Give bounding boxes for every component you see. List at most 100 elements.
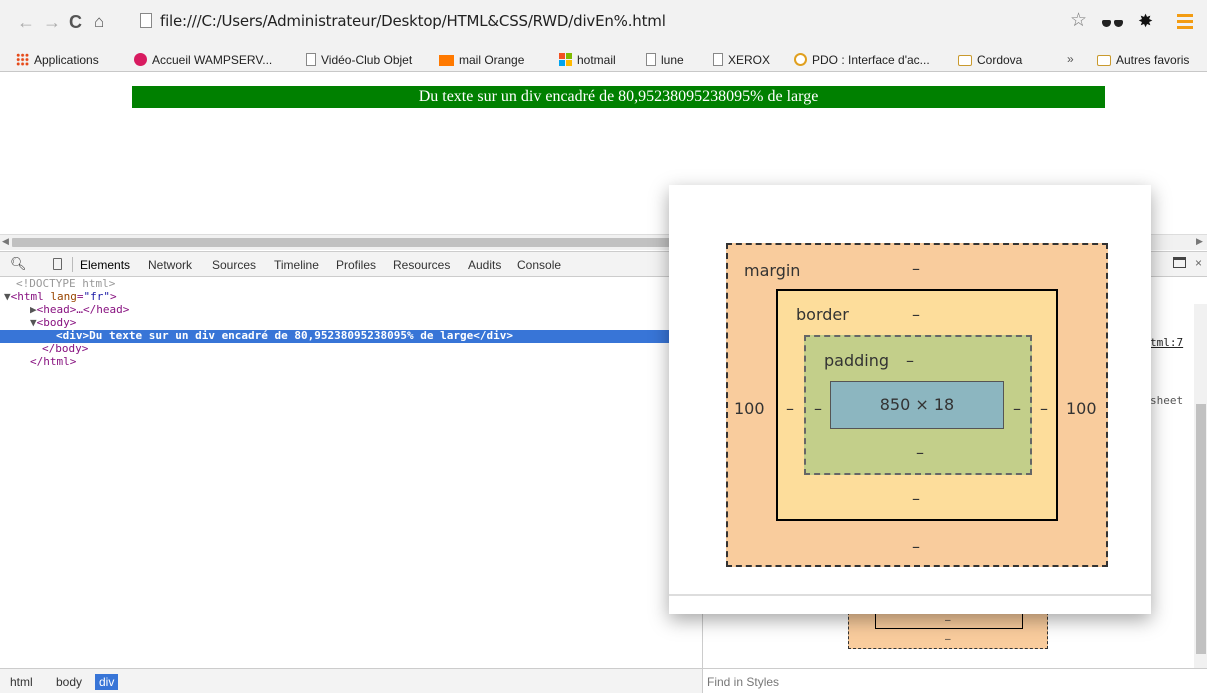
menu-icon[interactable] — [1177, 13, 1193, 31]
other-favorites[interactable]: Autres favoris — [1097, 52, 1189, 68]
scrollbar-thumb[interactable] — [1196, 404, 1206, 654]
bookmark-label: Autres favoris — [1116, 53, 1190, 67]
border-bottom-value: – — [912, 489, 920, 508]
bookmark-video-club[interactable]: Vidéo-Club Objet — [306, 52, 412, 68]
page-icon — [646, 53, 656, 66]
more-bookmarks-button[interactable]: » — [1067, 52, 1074, 66]
bookmark-star-icon[interactable]: ☆ — [1070, 11, 1087, 31]
devtools-tab-bar: 🔍︎ Elements Network Sources Timeline Pro… — [0, 252, 702, 277]
home-icon[interactable]: ⌂ — [94, 12, 104, 32]
page-icon — [713, 53, 723, 66]
scroll-right-icon[interactable]: ▶ — [1196, 236, 1203, 247]
apps-grid-icon — [16, 53, 29, 66]
attr-value: "fr" — [83, 290, 111, 303]
bookmark-pdo[interactable]: PDO : Interface d'ac... — [794, 52, 930, 68]
bookmark-cordova[interactable]: Cordova — [958, 52, 1022, 68]
tab-timeline[interactable]: Timeline — [274, 258, 319, 272]
glasses-extension-icon[interactable] — [1102, 13, 1124, 31]
windows-icon — [559, 53, 572, 66]
breadcrumb: html body div — [0, 668, 702, 693]
margin-bottom-value: – — [912, 537, 920, 556]
folder-icon — [958, 55, 972, 66]
border-right-value: – — [1040, 399, 1048, 418]
forward-arrow-icon[interactable]: → — [43, 12, 61, 32]
bookmark-label: mail Orange — [459, 53, 525, 67]
padding-label: padding — [824, 351, 890, 370]
tab-sources[interactable]: Sources — [212, 258, 256, 272]
dom-head-line[interactable]: ▶<head>…</head> — [0, 303, 702, 317]
tab-profiles[interactable]: Profiles — [336, 258, 376, 272]
expand-triangle-icon[interactable]: ▼ — [30, 316, 37, 329]
bookmark-mail-orange[interactable]: mail Orange — [439, 52, 524, 68]
box-model-margin: margin – – 100 100 border – – – – paddin… — [726, 243, 1108, 567]
html-close-tag: </html> — [30, 355, 77, 368]
bookmark-lune[interactable]: lune — [646, 52, 684, 68]
tab-elements[interactable]: Elements — [80, 258, 130, 272]
scrollbar-thumb[interactable] — [12, 238, 672, 247]
bookmark-hotmail[interactable]: hotmail — [559, 52, 616, 68]
bookmark-label: XEROX — [728, 53, 771, 67]
style-source-link[interactable]: sheet — [1150, 394, 1183, 407]
padding-right-value: – — [1013, 399, 1021, 418]
collapsed-triangle-icon[interactable]: ▶ — [30, 303, 37, 316]
pdo-icon — [794, 53, 807, 66]
styles-status-bar: Find in Styles — [703, 668, 1207, 693]
reload-icon[interactable]: C — [69, 12, 82, 32]
tag-close-bracket: > — [110, 290, 117, 303]
breadcrumb-div[interactable]: div — [95, 674, 119, 690]
dom-div-line[interactable]: <div>Du texte sur un div encadré de 80,9… — [0, 329, 702, 343]
page-icon — [306, 53, 316, 66]
box-model-preview-dash: – — [945, 615, 951, 626]
border-left-value: – — [786, 399, 794, 418]
margin-label: margin — [744, 261, 801, 280]
dom-tree: <!DOCTYPE html> ▼<html lang="fr"> ▶<head… — [0, 277, 702, 369]
orange-icon — [439, 55, 454, 66]
tab-network[interactable]: Network — [148, 258, 192, 272]
bookmark-label: hotmail — [577, 53, 616, 67]
breadcrumb-body[interactable]: body — [52, 674, 86, 690]
box-model-content: 850 × 18 — [830, 381, 1004, 429]
body-tag: <body> — [36, 316, 77, 329]
margin-top-value: – — [912, 259, 920, 278]
device-mode-icon[interactable] — [53, 258, 62, 270]
address-bar[interactable]: file:///C:/Users/Administrateur/Desktop/… — [124, 8, 1084, 36]
styles-scrollbar[interactable] — [1194, 304, 1207, 672]
breadcrumb-html[interactable]: html — [6, 674, 37, 690]
gear-icon[interactable]: ✸ — [1138, 12, 1153, 30]
bookmark-label: Vidéo-Club Objet — [321, 53, 413, 67]
border-label: border — [796, 305, 849, 324]
tab-audits[interactable]: Audits — [468, 258, 501, 272]
page-icon — [140, 13, 152, 28]
bookmark-wampserver[interactable]: Accueil WAMPSERV... — [134, 52, 272, 68]
bookmark-label: Cordova — [977, 53, 1023, 67]
close-icon[interactable]: × — [1195, 256, 1202, 270]
style-source-link[interactable]: tml:7 — [1150, 336, 1183, 349]
body-close-tag: </body> — [42, 342, 89, 355]
equals-sign: = — [76, 290, 84, 303]
address-bar-url[interactable]: file:///C:/Users/Administrateur/Desktop/… — [160, 12, 666, 30]
tab-console[interactable]: Console — [517, 258, 561, 272]
search-icon[interactable]: 🔍︎ — [10, 256, 27, 272]
expand-triangle-icon[interactable]: ▼ — [4, 290, 11, 303]
browser-toolbar: ← → C ⌂ file:///C:/Users/Administrateur/… — [0, 0, 1207, 48]
tab-separator — [72, 257, 73, 272]
bookmark-label: lune — [661, 53, 684, 67]
doctype-text: <!DOCTYPE html> — [16, 277, 116, 290]
back-arrow-icon[interactable]: ← — [17, 12, 35, 32]
scroll-left-icon[interactable]: ◀ — [2, 236, 9, 247]
find-in-styles-input[interactable]: Find in Styles — [707, 675, 779, 689]
wamp-icon — [134, 53, 147, 66]
div-tag: <div>Du texte sur un div encadré de 80,9… — [56, 329, 513, 342]
tab-resources[interactable]: Resources — [393, 258, 450, 272]
content-size: 850 × 18 — [879, 395, 955, 414]
padding-bottom-value: – — [916, 443, 924, 462]
bookmark-label: Accueil WAMPSERV... — [152, 53, 273, 67]
bookmark-xerox[interactable]: XEROX — [713, 52, 770, 68]
dom-html-close-line[interactable]: </html> — [0, 355, 702, 369]
html-tag: <html — [10, 290, 44, 303]
bookmark-applications[interactable]: Applications — [16, 52, 99, 68]
border-top-value: – — [912, 305, 920, 324]
dom-body-close-line[interactable]: </body> — [0, 342, 702, 356]
undock-icon[interactable] — [1173, 257, 1186, 268]
bookmark-label: Applications — [34, 53, 99, 67]
